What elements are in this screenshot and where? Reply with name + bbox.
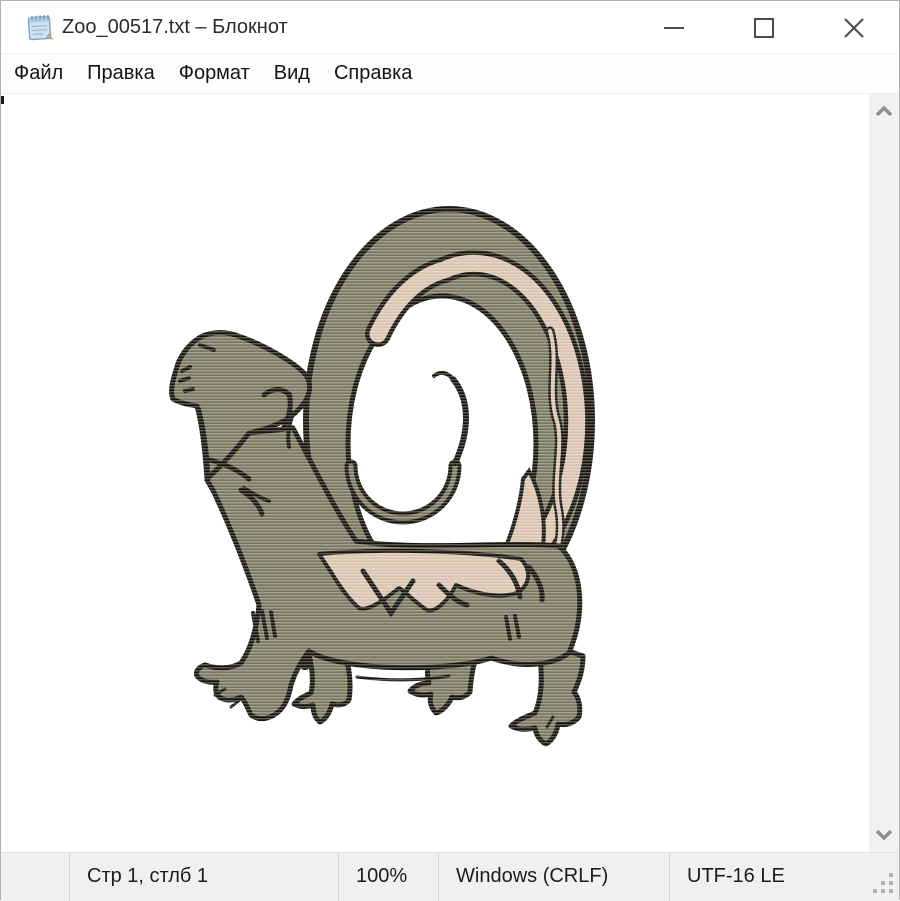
menu-edit[interactable]: Правка	[75, 54, 167, 93]
menu-bar: Файл Правка Формат Вид Справка	[1, 54, 899, 94]
status-cursor-position: Стр 1, стлб 1	[69, 853, 338, 901]
status-bar: Стр 1, стлб 1 100% Windows (CRLF) UTF-16…	[1, 852, 899, 901]
status-zoom-level: 100%	[338, 853, 438, 901]
title-bar[interactable]: Zoo_00517.txt – Блокнот	[1, 1, 899, 54]
maximize-icon	[753, 17, 775, 39]
text-area[interactable]	[1, 94, 899, 852]
chevron-down-icon	[872, 822, 896, 846]
minimize-button[interactable]	[629, 1, 719, 54]
scroll-up-button[interactable]	[869, 96, 899, 128]
minimize-icon	[663, 17, 685, 39]
lizard-artwork	[1, 94, 871, 852]
window-controls	[629, 1, 899, 54]
resize-grip-icon[interactable]	[871, 871, 895, 895]
close-button[interactable]	[809, 1, 899, 54]
menu-format[interactable]: Формат	[167, 54, 262, 93]
status-encoding: UTF-16 LE	[669, 853, 899, 901]
vertical-scrollbar[interactable]	[869, 94, 899, 852]
status-spacer	[1, 853, 69, 901]
notepad-window: { "window": { "title": "Zoo_00517.txt – …	[0, 0, 900, 900]
menu-file[interactable]: Файл	[2, 54, 75, 93]
notepad-icon	[26, 12, 55, 42]
menu-help[interactable]: Справка	[322, 54, 424, 93]
maximize-button[interactable]	[719, 1, 809, 54]
menu-view[interactable]: Вид	[262, 54, 322, 93]
chevron-up-icon	[872, 100, 896, 124]
close-icon	[843, 17, 865, 39]
status-line-ending: Windows (CRLF)	[438, 853, 669, 901]
scroll-down-button[interactable]	[869, 818, 899, 850]
window-title: Zoo_00517.txt – Блокнот	[62, 16, 288, 39]
scanline-overlay	[151, 196, 611, 751]
